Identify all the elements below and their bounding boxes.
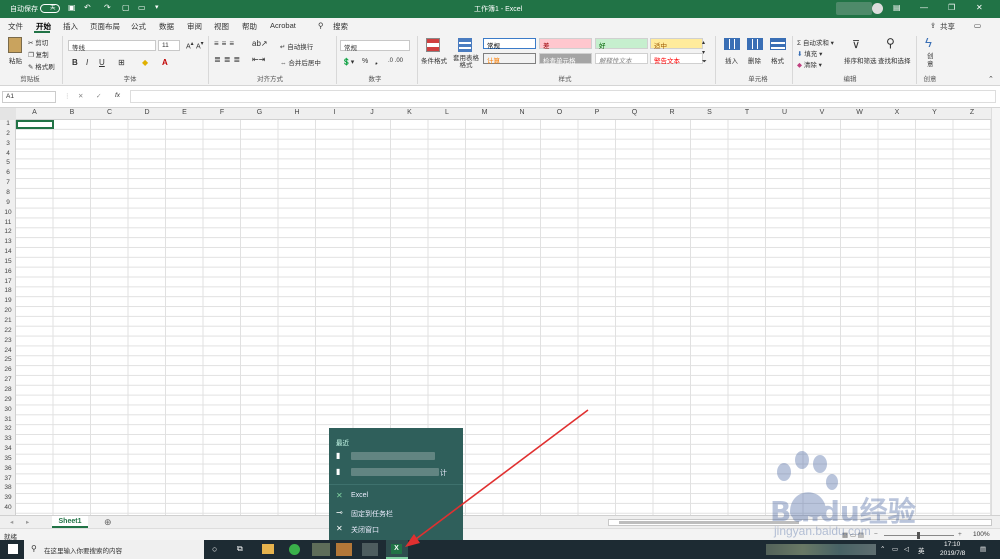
baidu-watermark: Baidu经验 jingyan.baidu.com <box>760 450 1000 540</box>
watermark-url: jingyan.baidu.com <box>774 524 871 538</box>
